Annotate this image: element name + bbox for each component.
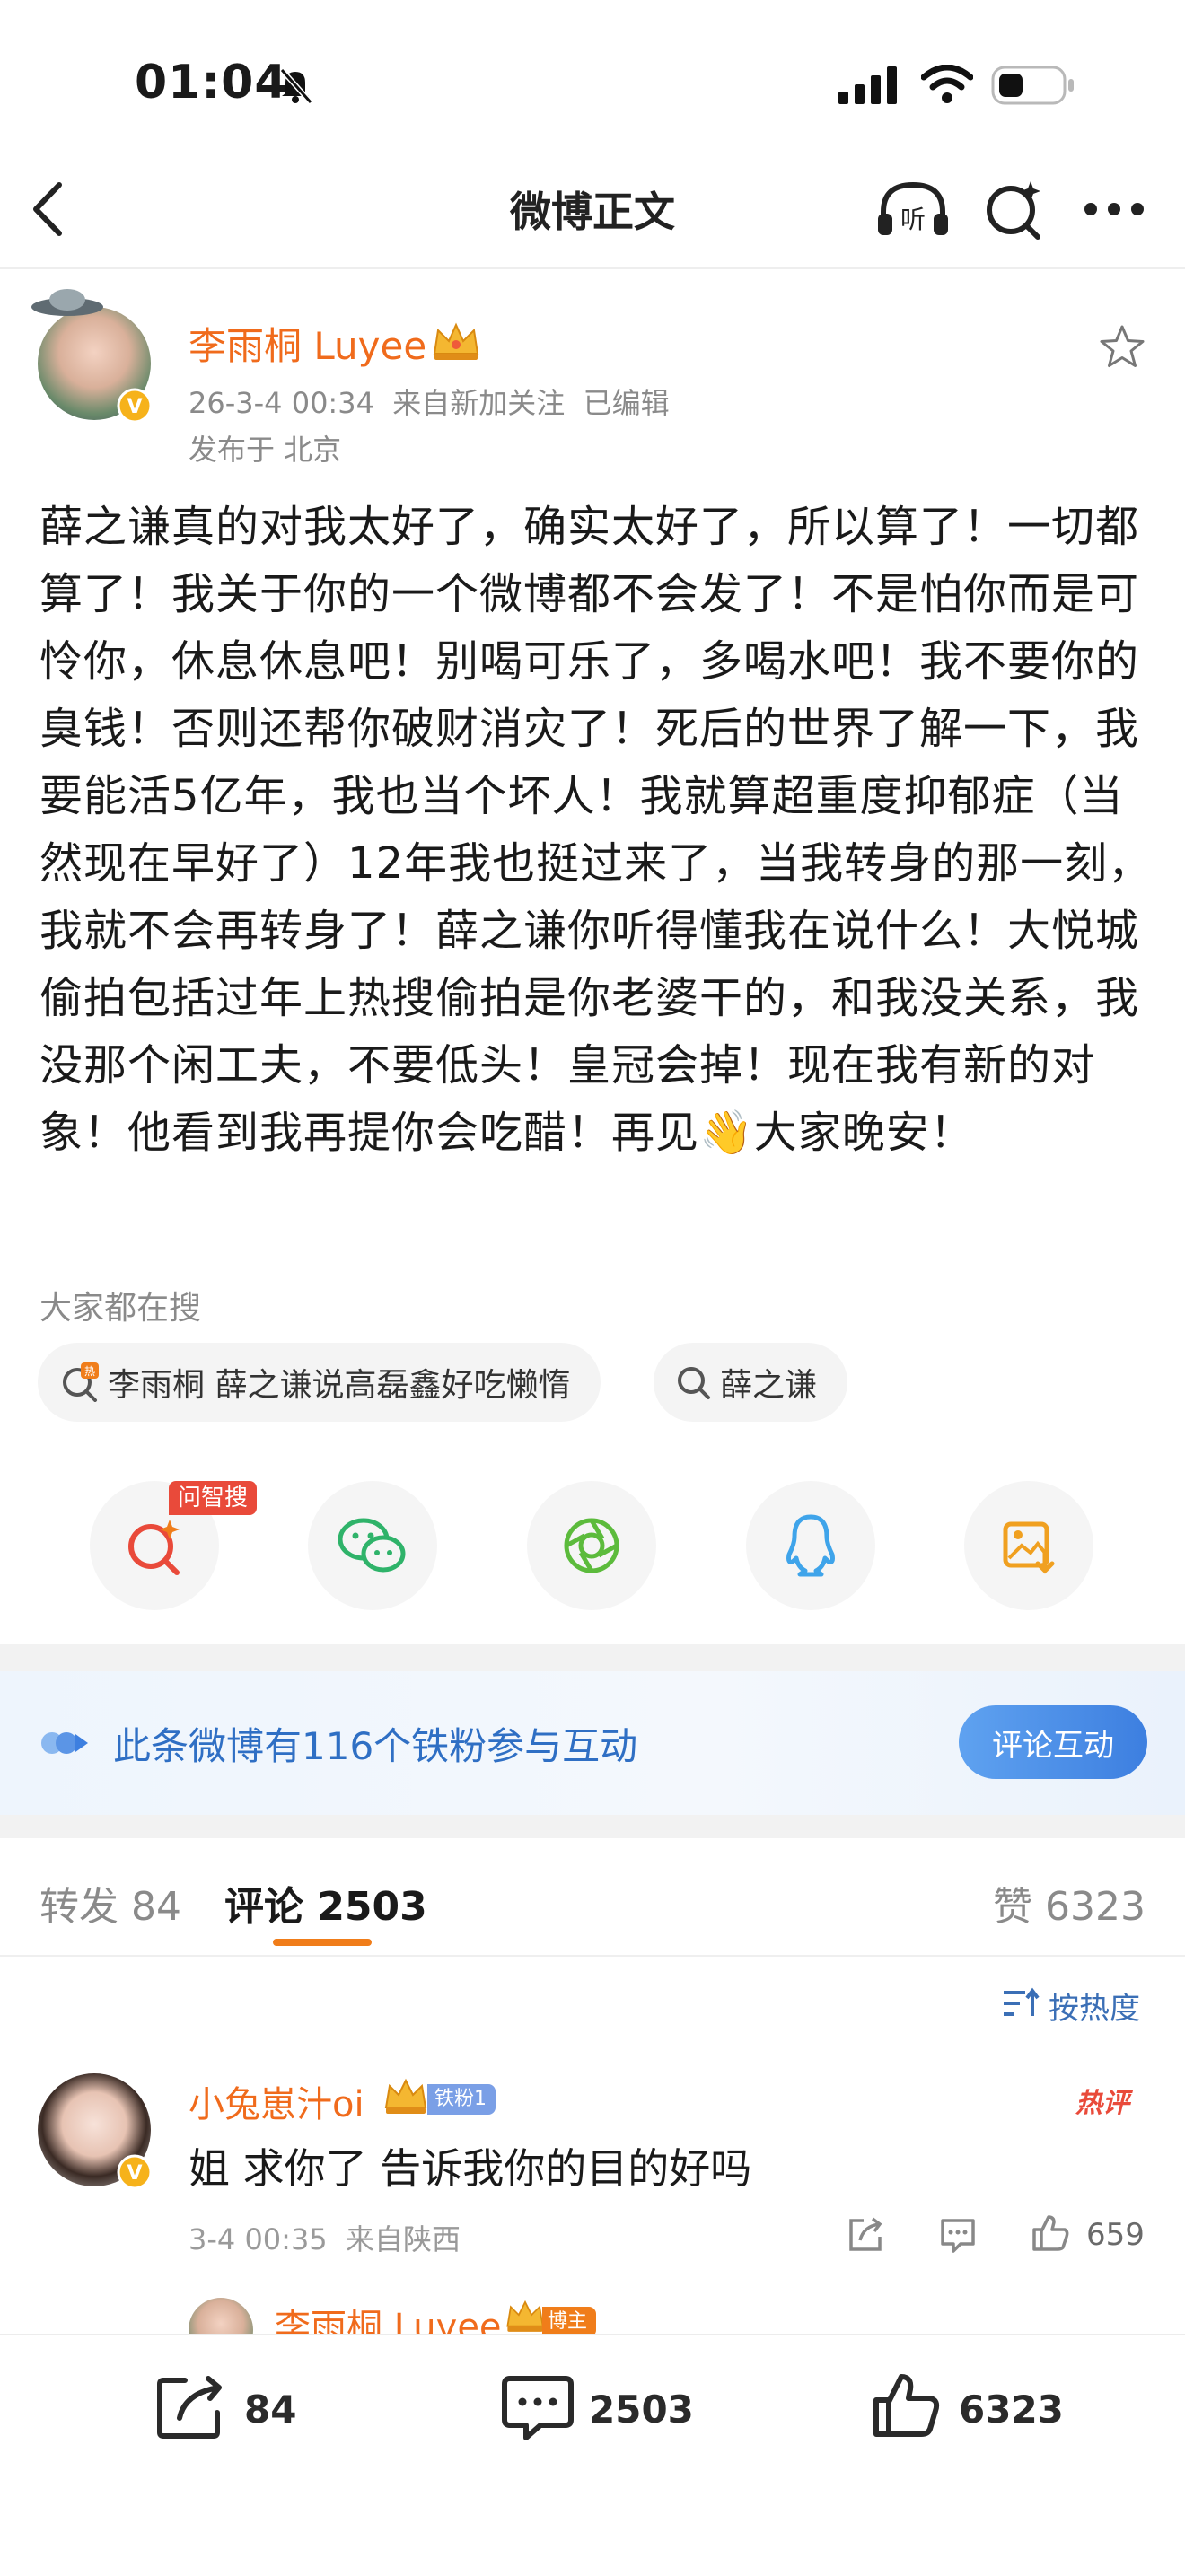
commenter-name[interactable]: 小兔崽汁oi <box>189 2075 364 2127</box>
more-icon[interactable] <box>1083 199 1146 219</box>
cellular-signal-icon <box>838 66 897 104</box>
search-icon <box>678 1367 710 1399</box>
qq-share-button[interactable] <box>746 1481 875 1610</box>
post-meta: 26-3-4 00:34 来自新加关注 已编辑 <box>189 386 670 420</box>
repost-count[interactable]: 84 <box>244 2388 296 2431</box>
hot-search-icon: 热 <box>63 1362 99 1402</box>
crown-badge-icon <box>506 2300 544 2332</box>
section-divider <box>0 1644 1185 1671</box>
battery-icon <box>991 66 1074 105</box>
verified-badge-icon: V <box>117 2154 153 2190</box>
favorite-star-icon[interactable] <box>1097 323 1147 372</box>
like-icon[interactable] <box>1029 2212 1072 2255</box>
tab-reposts[interactable]: 转发 84 <box>40 1874 181 1932</box>
crown-badge-icon <box>433 322 479 360</box>
active-tab-indicator <box>273 1939 372 1946</box>
like-icon[interactable] <box>871 2370 943 2441</box>
save-image-share-button[interactable] <box>964 1481 1093 1610</box>
comment-icon[interactable] <box>937 2215 979 2255</box>
svg-text:V: V <box>127 2162 142 2185</box>
wechat-icon <box>338 1518 406 1573</box>
trending-search-heading: 大家都在搜 <box>40 1290 202 1327</box>
iron-fan-tag: 铁粉1 <box>427 2084 496 2115</box>
tab-comments[interactable]: 评论 2503 <box>224 1874 427 1932</box>
fan-interaction-text: 此条微博有116个铁粉参与互动 <box>113 1724 638 1768</box>
repost-icon[interactable] <box>846 2215 885 2255</box>
search-chip-label: 薛之谦 <box>720 1367 818 1404</box>
search-chip[interactable]: 薛之谦 <box>654 1343 848 1422</box>
qq-icon <box>786 1514 835 1577</box>
sort-by-hot-button[interactable]: 按热度 <box>1049 1984 1140 2028</box>
comment-text: 姐 求你了 告诉我你的目的好吗 <box>189 2144 752 2193</box>
listen-icon[interactable]: 听 <box>876 178 950 241</box>
comment-meta: 3-4 00:35 来自陕西 <box>189 2222 461 2256</box>
wifi-icon <box>921 65 973 103</box>
sort-icon <box>1004 1987 1040 2016</box>
author-tag: 博主 <box>542 2307 597 2337</box>
status-time: 01:04 <box>135 56 288 110</box>
comment-icon[interactable] <box>501 2373 575 2443</box>
avatar-pendant-icon <box>31 289 103 316</box>
repost-icon[interactable] <box>154 2373 226 2441</box>
post-location: 发布于 北京 <box>189 433 342 467</box>
bottom-action-bar <box>0 2334 1185 2576</box>
search-chip[interactable]: 热 李雨桐 薛之谦说高磊鑫好吃懒惰 <box>38 1343 601 1422</box>
verified-badge-icon: V <box>117 388 153 424</box>
moments-share-button[interactable] <box>527 1481 656 1610</box>
search-chip-label: 李雨桐 薛之谦说高磊鑫好吃懒惰 <box>108 1367 571 1404</box>
svg-text:听: 听 <box>900 205 926 234</box>
fan-interaction-icon <box>41 1732 88 1754</box>
tab-likes[interactable]: 赞 6323 <box>993 1874 1146 1932</box>
ai-search-icon <box>128 1520 180 1575</box>
moments-icon <box>564 1518 619 1573</box>
comment-count[interactable]: 2503 <box>589 2388 694 2431</box>
svg-text:V: V <box>127 396 142 418</box>
ai-search-icon[interactable] <box>982 178 1045 241</box>
post-body: 薛之谦真的对我太好了，确实太好了，所以算了！一切都算了！我关于你的一个微博都不会… <box>40 502 1153 1158</box>
author-name[interactable]: 李雨桐 Luyee <box>189 316 426 371</box>
nav-divider <box>0 267 1185 269</box>
wechat-share-button[interactable] <box>308 1481 437 1610</box>
tab-divider <box>0 1955 1185 1957</box>
bell-muted-icon <box>279 68 313 104</box>
save-image-icon <box>1003 1521 1055 1574</box>
like-count[interactable]: 6323 <box>959 2388 1064 2431</box>
svg-text:热: 热 <box>84 1365 95 1378</box>
comment-interact-button[interactable]: 评论互动 <box>959 1705 1147 1779</box>
ai-search-badge: 问智搜 <box>169 1481 258 1515</box>
crown-badge-icon <box>384 2078 427 2114</box>
hot-comment-tag: 热评 <box>1075 2088 1129 2119</box>
section-divider <box>0 1815 1185 1838</box>
comment-like-count: 659 <box>1086 2217 1145 2253</box>
